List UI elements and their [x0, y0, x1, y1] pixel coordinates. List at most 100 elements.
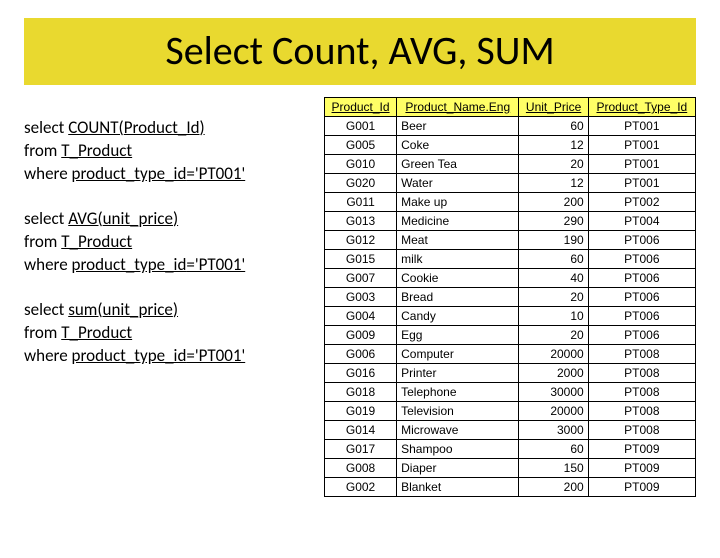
- table-cell: G016: [325, 364, 397, 383]
- table-cell: PT001: [588, 174, 695, 193]
- table-cell: G001: [325, 117, 397, 136]
- table-row: G019Television20000PT008: [325, 402, 696, 421]
- table-row: G001Beer60PT001: [325, 117, 696, 136]
- slide-title-bar: Select Count, AVG, SUM: [24, 18, 696, 85]
- table-cell: PT006: [588, 307, 695, 326]
- table-cell: PT006: [588, 288, 695, 307]
- table-cell: 60: [519, 440, 588, 459]
- table-cell: Beer: [397, 117, 519, 136]
- col-product-type: Product_Type_Id: [588, 98, 695, 117]
- table-cell: Egg: [397, 326, 519, 345]
- table-cell: Coke: [397, 136, 519, 155]
- query-line: select AVG(unit_price): [24, 208, 324, 231]
- table-cell: 20: [519, 155, 588, 174]
- table-cell: 20: [519, 288, 588, 307]
- table-row: G004Candy10PT006: [325, 307, 696, 326]
- table-cell: G017: [325, 440, 397, 459]
- table-cell: Microwave: [397, 421, 519, 440]
- table-cell: Blanket: [397, 478, 519, 497]
- table-row: G003Bread20PT006: [325, 288, 696, 307]
- query-line: select sum(unit_price): [24, 299, 324, 322]
- table-cell: G014: [325, 421, 397, 440]
- slide-content: select COUNT(Product_Id) from T_Product …: [0, 95, 720, 497]
- table-cell: PT006: [588, 231, 695, 250]
- table-row: G011Make up200PT002: [325, 193, 696, 212]
- table-cell: Green Tea: [397, 155, 519, 174]
- col-unit-price: Unit_Price: [519, 98, 588, 117]
- table-cell: 20000: [519, 402, 588, 421]
- table-cell: G005: [325, 136, 397, 155]
- table-cell: PT006: [588, 326, 695, 345]
- table-cell: 2000: [519, 364, 588, 383]
- table-cell: G006: [325, 345, 397, 364]
- table-cell: G002: [325, 478, 397, 497]
- table-cell: PT006: [588, 250, 695, 269]
- table-cell: 150: [519, 459, 588, 478]
- table-cell: G020: [325, 174, 397, 193]
- table-cell: 20000: [519, 345, 588, 364]
- table-cell: PT008: [588, 345, 695, 364]
- table-cell: PT002: [588, 193, 695, 212]
- table-cell: Candy: [397, 307, 519, 326]
- table-cell: 60: [519, 117, 588, 136]
- table-cell: 10: [519, 307, 588, 326]
- table-row: G018Telephone30000PT008: [325, 383, 696, 402]
- query-line: from T_Product: [24, 231, 324, 254]
- table-cell: 290: [519, 212, 588, 231]
- table-cell: G019: [325, 402, 397, 421]
- table-cell: G003: [325, 288, 397, 307]
- table-cell: G011: [325, 193, 397, 212]
- table-cell: Television: [397, 402, 519, 421]
- table-row: G009Egg20PT006: [325, 326, 696, 345]
- table-cell: 60: [519, 250, 588, 269]
- table-cell: 12: [519, 174, 588, 193]
- table-row: G015milk60PT006: [325, 250, 696, 269]
- table-cell: PT009: [588, 478, 695, 497]
- table-cell: 200: [519, 193, 588, 212]
- query-line: where product_type_id='PT001': [24, 254, 324, 277]
- query-line: select COUNT(Product_Id): [24, 117, 324, 140]
- table-cell: PT006: [588, 269, 695, 288]
- table-cell: PT009: [588, 440, 695, 459]
- table-cell: PT009: [588, 459, 695, 478]
- table-cell: G007: [325, 269, 397, 288]
- table-cell: 3000: [519, 421, 588, 440]
- table-cell: 190: [519, 231, 588, 250]
- table-row: G013Medicine290PT004: [325, 212, 696, 231]
- table-cell: Telephone: [397, 383, 519, 402]
- table-cell: Printer: [397, 364, 519, 383]
- table-cell: Diaper: [397, 459, 519, 478]
- product-table: Product_Id Product_Name.Eng Unit_Price P…: [324, 97, 696, 497]
- table-cell: 12: [519, 136, 588, 155]
- table-cell: Cookie: [397, 269, 519, 288]
- query-line: where product_type_id='PT001': [24, 345, 324, 368]
- table-cell: Water: [397, 174, 519, 193]
- query-count: select COUNT(Product_Id) from T_Product …: [24, 117, 324, 186]
- table-row: G012Meat190PT006: [325, 231, 696, 250]
- table-cell: G013: [325, 212, 397, 231]
- table-row: G002Blanket200PT009: [325, 478, 696, 497]
- query-line: from T_Product: [24, 140, 324, 163]
- table-cell: PT001: [588, 136, 695, 155]
- table-cell: PT001: [588, 155, 695, 174]
- table-cell: Meat: [397, 231, 519, 250]
- table-row: G007Cookie40PT006: [325, 269, 696, 288]
- table-cell: G012: [325, 231, 397, 250]
- table-cell: Make up: [397, 193, 519, 212]
- table-cell: PT008: [588, 421, 695, 440]
- slide-title: Select Count, AVG, SUM: [24, 26, 696, 75]
- table-row: G017Shampoo60PT009: [325, 440, 696, 459]
- table-cell: PT008: [588, 402, 695, 421]
- table-cell: Medicine: [397, 212, 519, 231]
- table-row: G010Green Tea20PT001: [325, 155, 696, 174]
- table-cell: Computer: [397, 345, 519, 364]
- table-cell: G009: [325, 326, 397, 345]
- table-row: G020Water12PT001: [325, 174, 696, 193]
- table-cell: G004: [325, 307, 397, 326]
- table-cell: PT008: [588, 383, 695, 402]
- col-product-id: Product_Id: [325, 98, 397, 117]
- query-line: where product_type_id='PT001': [24, 163, 324, 186]
- table-cell: milk: [397, 250, 519, 269]
- col-product-name: Product_Name.Eng: [397, 98, 519, 117]
- table-header-row: Product_Id Product_Name.Eng Unit_Price P…: [325, 98, 696, 117]
